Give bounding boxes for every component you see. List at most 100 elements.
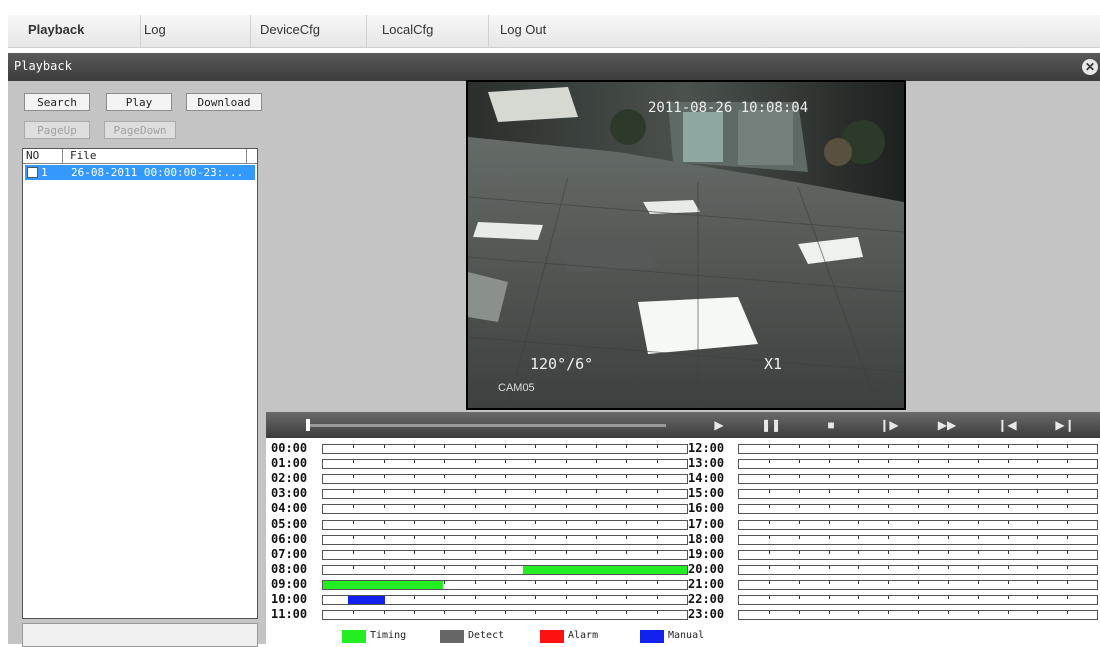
hour-track[interactable] (738, 610, 1098, 621)
pause-icon[interactable]: ❚❚ (758, 412, 784, 438)
page-down-button[interactable]: PageDown (104, 121, 176, 139)
file-checkbox[interactable] (27, 167, 38, 178)
tick-mark (947, 535, 949, 539)
search-button[interactable]: Search (24, 93, 90, 111)
skip-start-icon[interactable]: ❙◀ (994, 412, 1020, 438)
hour-track[interactable] (322, 519, 688, 530)
tick-mark (947, 460, 949, 464)
tick-mark (656, 520, 658, 524)
tick-mark (1067, 580, 1069, 584)
file-panel: Search Play Download PageUp PageDown NO … (20, 83, 266, 647)
hour-track[interactable] (322, 595, 688, 605)
tick-mark (414, 535, 415, 539)
file-list[interactable]: NO File 1 26-08-2011 00:00:00-23:... (22, 148, 258, 619)
tick-mark (918, 520, 919, 524)
tick-mark (1037, 490, 1039, 494)
tick-mark (353, 535, 355, 539)
hour-track[interactable] (322, 579, 688, 590)
hour-track[interactable] (738, 564, 1098, 575)
hour-label: 08:00 (271, 561, 308, 576)
tick-mark (474, 535, 476, 539)
tick-mark (565, 535, 567, 539)
hour-track[interactable] (738, 579, 1098, 590)
hour-track[interactable] (738, 549, 1098, 560)
tick-mark (596, 596, 597, 599)
stop-icon[interactable]: ■ (818, 412, 844, 438)
play-icon[interactable]: ▶ (706, 412, 732, 438)
record-segment-timing[interactable] (523, 565, 687, 574)
tick-mark (947, 520, 949, 524)
fast-forward-icon[interactable]: ▶▶ (934, 412, 960, 438)
header-no[interactable]: NO (23, 149, 63, 163)
hour-track[interactable] (322, 459, 688, 470)
list-item[interactable]: 1 26-08-2011 00:00:00-23:... (25, 165, 255, 180)
tick-mark (596, 475, 597, 479)
hour-track[interactable] (322, 564, 688, 575)
tick-mark (444, 445, 446, 448)
header-file[interactable]: File (67, 149, 247, 163)
hour-track[interactable] (322, 610, 688, 621)
tick-mark (383, 505, 385, 509)
tick-mark (798, 580, 800, 584)
hour-track[interactable] (738, 534, 1098, 545)
hour-track[interactable] (738, 444, 1098, 454)
tick-mark (444, 505, 446, 509)
hour-track[interactable] (738, 474, 1098, 485)
tick-mark (353, 490, 355, 494)
nav-devicecfg[interactable]: DeviceCfg (260, 15, 367, 47)
progress-handle[interactable] (306, 419, 310, 431)
tick-mark (977, 580, 979, 584)
record-segment-manual[interactable] (348, 596, 385, 604)
download-button[interactable]: Download (186, 93, 262, 111)
progress-slider[interactable] (306, 419, 666, 431)
video-view[interactable]: 2011-08-26 10:08:04 120°/6° X1 CAM05 (466, 80, 906, 410)
tick-mark (353, 611, 355, 615)
tick-mark (977, 505, 979, 509)
record-segment-timing[interactable] (323, 580, 444, 589)
hour-label: 02:00 (271, 471, 308, 486)
hour-track[interactable] (738, 459, 1098, 470)
tick-mark (383, 520, 385, 524)
legend-label: Manual (668, 630, 705, 641)
tick-mark (858, 490, 860, 494)
tick-mark (656, 505, 658, 509)
tick-mark (1007, 445, 1009, 448)
page-up-button[interactable]: PageUp (24, 121, 90, 139)
tick-mark (535, 611, 537, 615)
step-forward-icon[interactable]: ❙▶ (876, 412, 902, 438)
tick-mark (977, 535, 979, 539)
hour-track[interactable] (322, 474, 688, 485)
tick-mark (1037, 550, 1039, 554)
tick-mark (828, 445, 830, 448)
hour-track[interactable] (322, 534, 688, 545)
tick-mark (977, 445, 979, 448)
nav-localcfg[interactable]: LocalCfg (382, 15, 489, 47)
hour-track[interactable] (738, 595, 1098, 605)
tick-mark (383, 475, 385, 479)
nav-log[interactable]: Log (144, 15, 251, 47)
play-button[interactable]: Play (106, 93, 172, 111)
tick-mark (444, 520, 446, 524)
tick-mark (474, 460, 476, 464)
hour-track[interactable] (322, 504, 688, 515)
hour-track[interactable] (322, 444, 688, 454)
hour-track[interactable] (738, 519, 1098, 530)
nav-playback[interactable]: Playback (28, 15, 141, 47)
hour-track[interactable] (738, 504, 1098, 515)
hour-label: 21:00 (688, 576, 725, 591)
tick-mark (596, 580, 597, 584)
tick-mark (444, 460, 446, 464)
nav-logout[interactable]: Log Out (500, 15, 606, 47)
tick-mark (626, 460, 628, 464)
close-icon[interactable]: ✕ (1082, 59, 1098, 75)
tick-mark (626, 611, 628, 615)
tick-mark (353, 550, 355, 554)
record-timeline[interactable]: Timing Detect Alarm Manual 00:00 01:00 02:… (266, 438, 1100, 644)
hour-track[interactable] (738, 489, 1098, 500)
hour-track[interactable] (322, 489, 688, 500)
tick-mark (947, 445, 949, 448)
tick-mark (596, 490, 597, 494)
skip-end-icon[interactable]: ▶❙ (1052, 412, 1078, 438)
legend-swatch (342, 630, 366, 643)
hour-track[interactable] (322, 549, 688, 560)
